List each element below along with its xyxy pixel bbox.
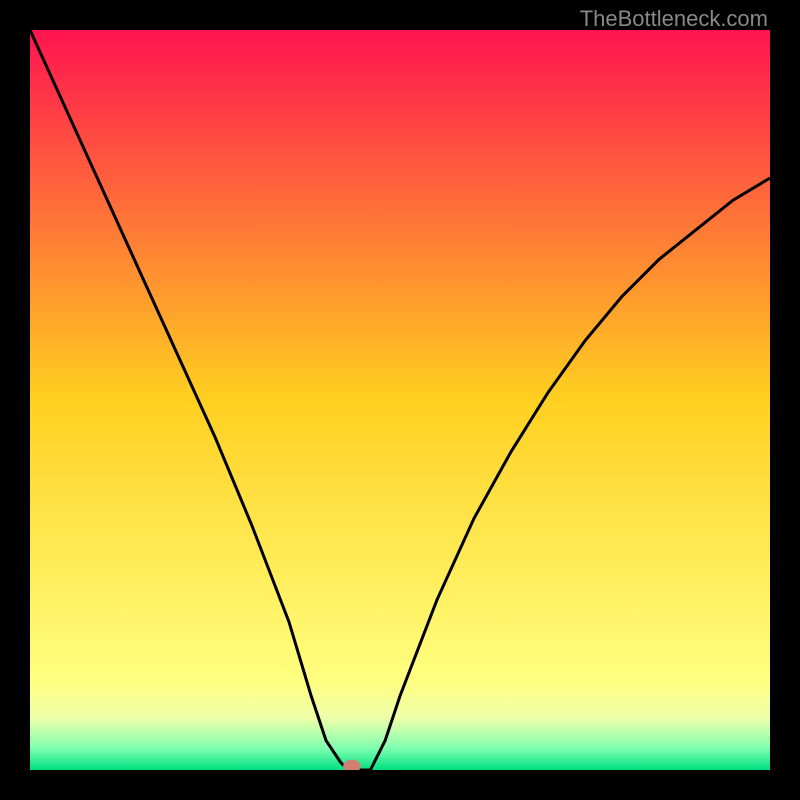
chart-plot-area: [30, 30, 770, 770]
chart-svg: [30, 30, 770, 770]
watermark-text: TheBottleneck.com: [580, 6, 768, 32]
chart-background: [30, 30, 770, 770]
